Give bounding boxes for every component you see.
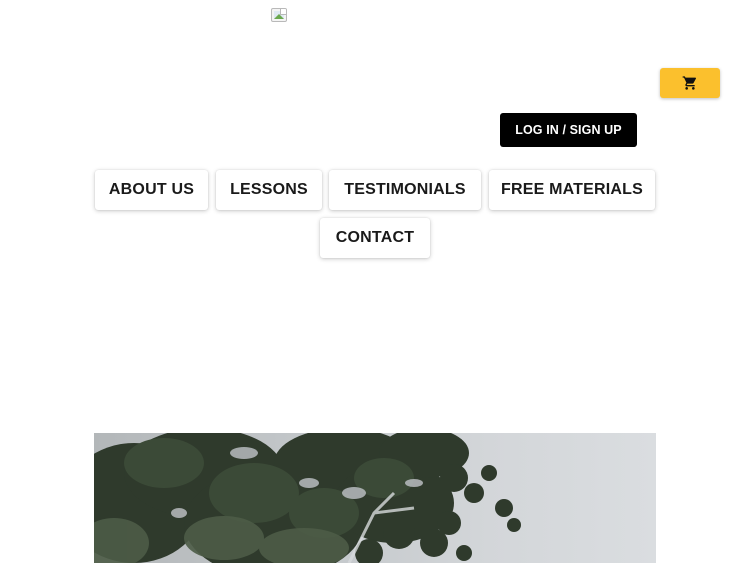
hero-image xyxy=(94,433,656,563)
nav-lessons[interactable]: LESSONS xyxy=(216,170,322,210)
image-tear-shape xyxy=(280,9,286,15)
nav-about-us[interactable]: ABOUT US xyxy=(95,170,208,210)
cart-button[interactable] xyxy=(660,68,720,98)
tree-canopy-photo xyxy=(94,433,521,563)
nav-free-materials[interactable]: FREE MATERIALS xyxy=(489,170,655,210)
broken-image-icon[interactable] xyxy=(271,8,287,22)
nav-testimonials[interactable]: TESTIMONIALS xyxy=(329,170,481,210)
login-signup-button[interactable]: LOG IN / SIGN UP xyxy=(500,113,637,147)
page: LOG IN / SIGN UP ABOUT US LESSONS TESTIM… xyxy=(0,0,750,563)
nav-contact[interactable]: CONTACT xyxy=(320,218,430,258)
shopping-cart-icon xyxy=(682,76,697,90)
